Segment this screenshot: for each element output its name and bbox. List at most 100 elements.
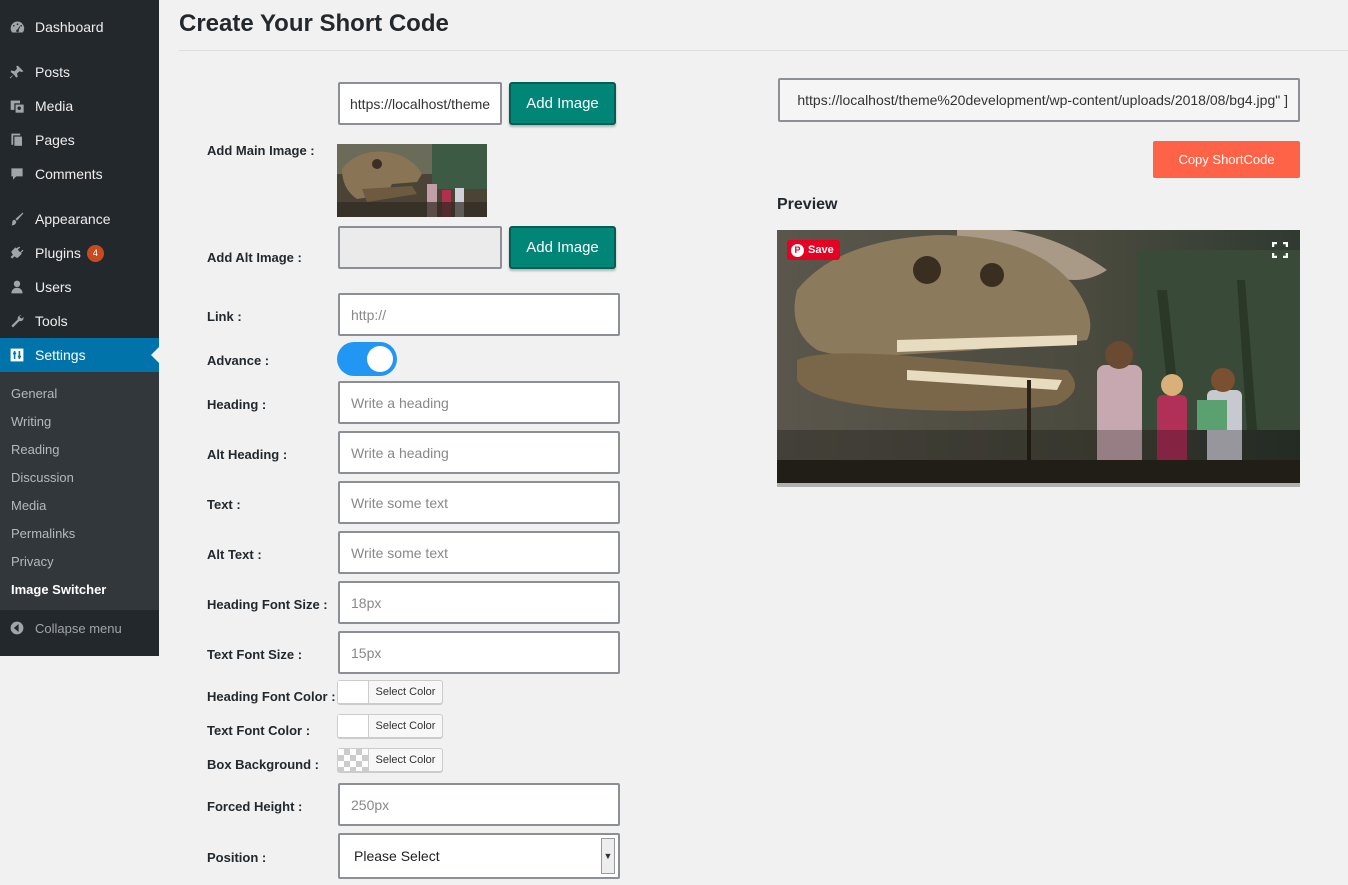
main-image-thumbnail <box>337 144 487 217</box>
fullscreen-icon[interactable] <box>1272 242 1288 258</box>
select-color-label: Select Color <box>375 686 436 698</box>
media-icon <box>7 96 27 116</box>
submenu-item-permalinks[interactable]: Permalinks <box>11 526 75 541</box>
alt-text-input[interactable] <box>338 531 620 574</box>
alt-heading-input[interactable] <box>338 431 620 474</box>
main-image-label: Add Main Image : <box>207 143 315 158</box>
sidebar-item-label: Appearance <box>35 211 111 227</box>
heading-label: Heading : <box>207 397 267 412</box>
update-count-badge: 4 <box>86 244 104 262</box>
text-label: Text : <box>207 497 241 512</box>
sidebar-item-label: Settings <box>35 347 86 363</box>
text-font-size-input[interactable] <box>338 631 620 674</box>
link-input[interactable] <box>338 293 620 336</box>
shortcode-value: https://localhost/theme%20development/wp… <box>797 92 1288 108</box>
sidebar-item-comments[interactable]: Comments <box>0 157 159 191</box>
preview-heading: Preview <box>777 196 838 213</box>
heading-input[interactable] <box>338 381 620 424</box>
text-font-size-label: Text Font Size : <box>207 647 303 662</box>
sidebar-item-label: Pages <box>35 132 75 148</box>
color-swatch <box>338 715 369 737</box>
text-input[interactable] <box>338 481 620 524</box>
collapse-menu-button[interactable]: Collapse menu <box>0 612 159 644</box>
sidebar-item-appearance[interactable]: Appearance <box>0 202 159 236</box>
position-selected-value: Please Select <box>354 848 440 864</box>
position-select[interactable]: Please Select ▼ <box>338 833 620 879</box>
box-background-picker[interactable]: Select Color <box>337 748 443 772</box>
color-swatch <box>338 681 369 703</box>
sidebar-item-label: Dashboard <box>35 19 104 35</box>
submenu-item-writing[interactable]: Writing <box>11 414 51 429</box>
preview-caption-overlay <box>777 430 1300 483</box>
heading-font-size-input[interactable] <box>338 581 620 624</box>
admin-sidebar: Dashboard Posts Media Pages Comments App… <box>0 0 159 656</box>
link-label: Link : <box>207 309 242 324</box>
add-alt-image-button[interactable]: Add Image <box>509 226 616 269</box>
plugin-icon <box>7 243 27 263</box>
page-title: Create Your Short Code <box>179 10 449 37</box>
sidebar-item-label: Plugins <box>35 245 81 261</box>
box-background-label: Box Background : <box>207 757 319 772</box>
sidebar-item-label: Posts <box>35 64 71 80</box>
sidebar-item-label: Users <box>35 279 72 295</box>
settings-submenu: General Writing Reading Discussion Media… <box>0 372 159 610</box>
select-color-label: Select Color <box>375 720 436 732</box>
preview-bottom-bar <box>777 483 1300 487</box>
forced-height-input[interactable] <box>338 783 620 826</box>
users-icon <box>7 277 27 297</box>
transparent-swatch <box>338 749 369 771</box>
settings-icon <box>7 345 27 365</box>
alt-image-label: Add Alt Image : <box>207 250 302 265</box>
sidebar-item-posts[interactable]: Posts <box>0 55 159 89</box>
text-font-color-label: Text Font Color : <box>207 723 311 738</box>
sidebar-item-tools[interactable]: Tools <box>0 304 159 338</box>
advance-label: Advance : <box>207 353 270 368</box>
select-color-label: Select Color <box>375 754 436 766</box>
copy-shortcode-button[interactable]: Copy ShortCode <box>1153 141 1300 178</box>
advance-toggle[interactable] <box>337 342 397 376</box>
alt-image-url-field[interactable] <box>338 226 502 269</box>
sidebar-item-media[interactable]: Media <box>0 89 159 123</box>
dashboard-icon <box>7 17 27 37</box>
sidebar-item-settings[interactable]: Settings <box>0 338 159 372</box>
heading-font-size-label: Heading Font Size : <box>207 597 328 612</box>
submenu-item-discussion[interactable]: Discussion <box>11 470 74 485</box>
sidebar-item-label: Media <box>35 98 74 114</box>
text-font-color-picker[interactable]: Select Color <box>337 714 443 738</box>
main-image-url-field[interactable]: https://localhost/theme <box>338 82 502 125</box>
pinterest-save-button[interactable]: P Save <box>787 240 840 260</box>
position-label: Position : <box>207 850 267 865</box>
pinterest-icon: P <box>791 243 804 257</box>
sidebar-item-pages[interactable]: Pages <box>0 123 159 157</box>
pin-icon <box>7 62 27 82</box>
preview-image: P Save <box>777 230 1300 487</box>
main-image-url-value: https://localhost/theme <box>350 95 491 112</box>
forced-height-label: Forced Height : <box>207 799 303 814</box>
sidebar-item-plugins[interactable]: Plugins 4 <box>0 236 159 270</box>
sidebar-item-dashboard[interactable]: Dashboard <box>0 10 159 44</box>
alt-heading-label: Alt Heading : <box>207 447 288 462</box>
submenu-item-reading[interactable]: Reading <box>11 442 59 457</box>
pin-save-label: Save <box>808 244 834 256</box>
toggle-knob <box>367 346 393 372</box>
sidebar-item-users[interactable]: Users <box>0 270 159 304</box>
submenu-item-privacy[interactable]: Privacy <box>11 554 54 569</box>
collapse-arrow-icon <box>7 618 27 638</box>
shortcode-output[interactable]: https://localhost/theme%20development/wp… <box>778 78 1300 122</box>
heading-font-color-label: Heading Font Color : <box>207 689 336 704</box>
submenu-item-image-switcher[interactable]: Image Switcher <box>11 582 106 597</box>
pages-icon <box>7 130 27 150</box>
title-divider <box>179 50 1348 51</box>
alt-text-label: Alt Text : <box>207 547 262 562</box>
heading-font-color-picker[interactable]: Select Color <box>337 680 443 704</box>
comments-icon <box>7 164 27 184</box>
sidebar-item-label: Tools <box>35 313 68 329</box>
submenu-item-media[interactable]: Media <box>11 498 46 513</box>
paintbrush-icon <box>7 209 27 229</box>
sidebar-item-label: Comments <box>35 166 103 182</box>
add-main-image-button[interactable]: Add Image <box>509 82 616 125</box>
submenu-item-general[interactable]: General <box>11 386 57 401</box>
collapse-menu-label: Collapse menu <box>35 620 122 636</box>
wrench-icon <box>7 311 27 331</box>
chevron-down-icon: ▼ <box>601 838 615 874</box>
